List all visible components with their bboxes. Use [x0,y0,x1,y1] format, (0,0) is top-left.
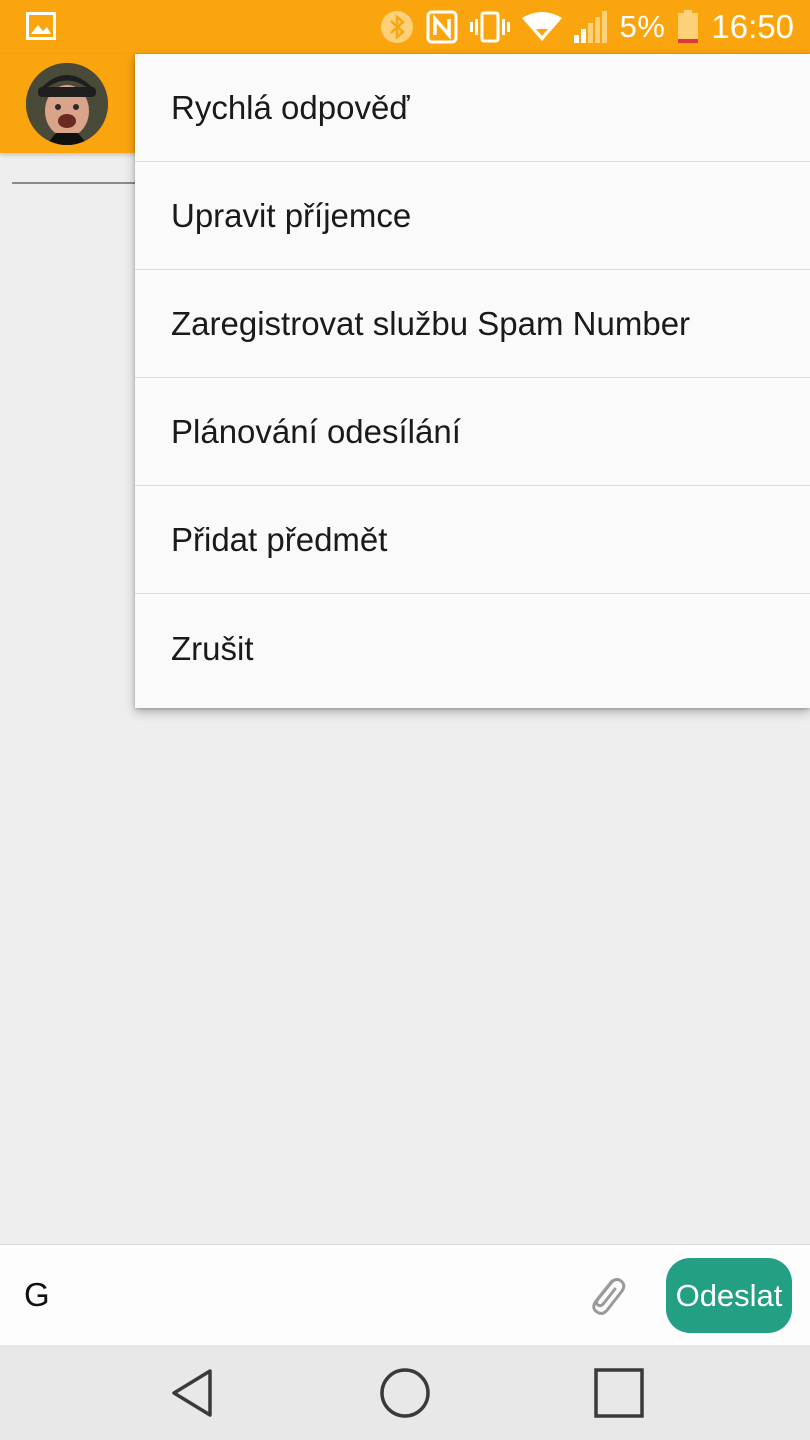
recents-icon[interactable] [591,1365,647,1421]
navigation-bar [0,1345,810,1440]
menu-item-register-spam-number[interactable]: Zaregistrovat službu Spam Number [135,270,810,378]
menu-item-quick-reply[interactable]: Rychlá odpověď [135,54,810,162]
compose-bar: G Odeslat [0,1244,810,1346]
home-icon[interactable] [377,1365,433,1421]
clock: 16:50 [711,8,794,45]
status-icons: 5% 16:50 [380,0,794,54]
contact-avatar[interactable] [26,63,108,145]
send-button[interactable]: Odeslat [666,1258,792,1333]
menu-item-schedule-sending[interactable]: Plánování odesílání [135,378,810,486]
nfc-icon [426,10,458,44]
wifi-icon [521,12,562,42]
overflow-menu: Rychlá odpověď Upravit příjemce Zaregist… [135,54,810,708]
bluetooth-icon [380,10,414,44]
menu-item-cancel[interactable]: Zrušit [135,594,810,703]
message-input[interactable]: G [24,1273,544,1317]
recipient-field-underline [12,182,142,184]
back-icon[interactable] [164,1365,220,1421]
menu-item-edit-recipients[interactable]: Upravit příjemce [135,162,810,270]
battery-icon [677,10,699,44]
status-bar: 5% 16:50 [0,0,810,54]
signal-icon [573,11,608,43]
paperclip-icon[interactable] [582,1271,630,1319]
vibrate-icon [469,10,510,44]
gallery-icon [26,12,56,40]
menu-item-add-subject[interactable]: Přidat předmět [135,486,810,594]
battery-percent: 5% [619,9,666,44]
